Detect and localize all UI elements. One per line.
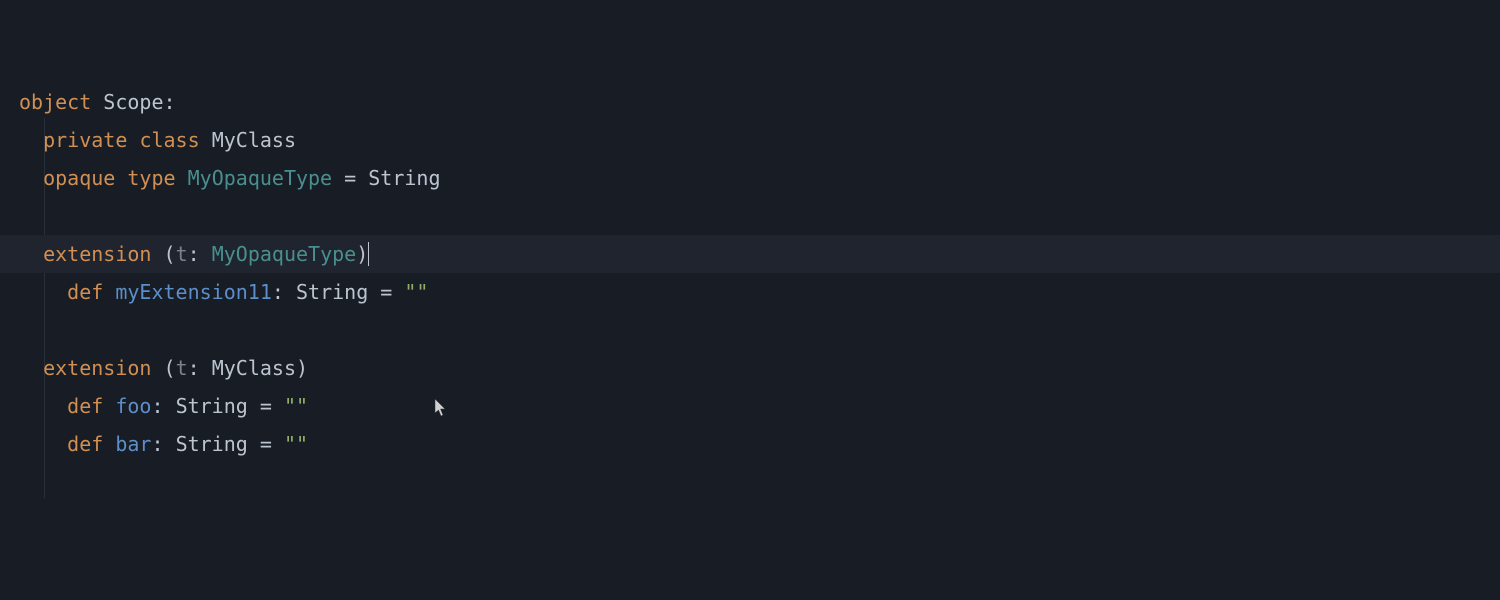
punct-lparen: ( <box>151 242 175 266</box>
punct-rparen: ) <box>296 356 308 380</box>
punct-colon: : <box>164 90 176 114</box>
identifier-myclass: MyClass <box>212 128 296 152</box>
keyword-type: type <box>127 166 175 190</box>
code-editor[interactable]: object Scope: private class MyClass opaq… <box>0 0 1500 463</box>
keyword-object: object <box>19 90 91 114</box>
identifier-string: String <box>176 394 248 418</box>
keyword-def: def <box>67 432 103 456</box>
keyword-private: private <box>43 128 127 152</box>
code-line-empty[interactable] <box>0 197 1500 235</box>
param-t: t <box>176 242 188 266</box>
identifier-scope: Scope <box>103 90 163 114</box>
identifier-myclass: MyClass <box>212 356 296 380</box>
code-line[interactable]: opaque type MyOpaqueType = String <box>0 159 1500 197</box>
keyword-extension: extension <box>43 356 151 380</box>
punct-eq: = <box>368 280 404 304</box>
code-line-highlighted[interactable]: extension (t: MyOpaqueType) <box>0 235 1500 273</box>
punct-colon: : <box>151 394 175 418</box>
punct-colon: : <box>272 280 296 304</box>
keyword-def: def <box>67 280 103 304</box>
code-line[interactable]: extension (t: MyClass) <box>0 349 1500 387</box>
method-bar: bar <box>115 432 151 456</box>
string-literal: "" <box>284 394 308 418</box>
keyword-extension: extension <box>43 242 151 266</box>
method-foo: foo <box>115 394 151 418</box>
type-myopaquetype: MyOpaqueType <box>212 242 357 266</box>
code-line-empty[interactable] <box>0 311 1500 349</box>
punct-eq: = <box>248 394 284 418</box>
punct-colon: : <box>188 356 212 380</box>
punct-eq: = <box>332 166 368 190</box>
keyword-def: def <box>67 394 103 418</box>
code-line[interactable]: def foo: String = "" <box>0 387 1500 425</box>
punct-lparen: ( <box>151 356 175 380</box>
keyword-class: class <box>139 128 199 152</box>
punct-colon: : <box>188 242 212 266</box>
method-myextension11: myExtension11 <box>115 280 272 304</box>
identifier-string: String <box>176 432 248 456</box>
code-line[interactable]: object Scope: <box>0 83 1500 121</box>
text-cursor <box>368 242 369 266</box>
punct-colon: : <box>151 432 175 456</box>
param-t: t <box>176 356 188 380</box>
identifier-string: String <box>296 280 368 304</box>
punct-rparen: ) <box>356 242 368 266</box>
type-myopaquetype: MyOpaqueType <box>188 166 333 190</box>
code-line[interactable]: def bar: String = "" <box>0 425 1500 463</box>
string-literal: "" <box>404 280 428 304</box>
string-literal: "" <box>284 432 308 456</box>
code-line[interactable]: private class MyClass <box>0 121 1500 159</box>
identifier-string: String <box>368 166 440 190</box>
punct-eq: = <box>248 432 284 456</box>
code-line[interactable]: def myExtension11: String = "" <box>0 273 1500 311</box>
keyword-opaque: opaque <box>43 166 115 190</box>
